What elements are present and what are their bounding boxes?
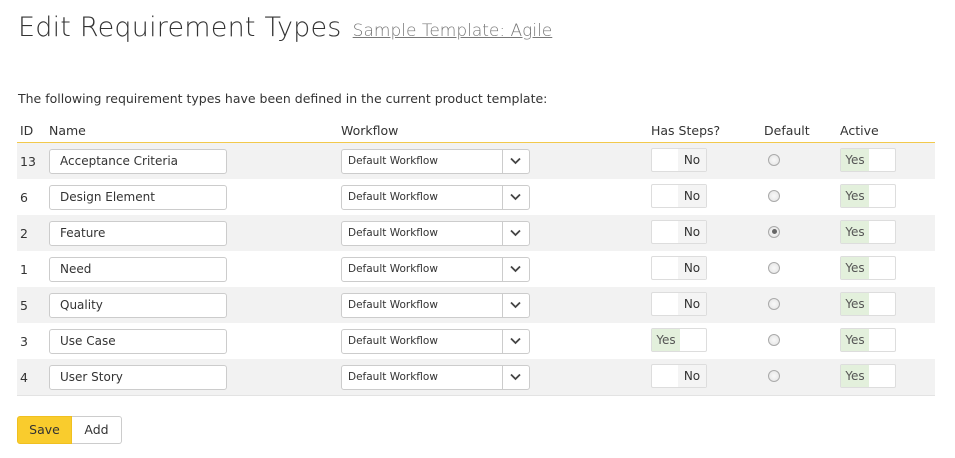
has-steps-toggle[interactable]: No (651, 363, 707, 388)
type-name-input[interactable] (49, 292, 227, 318)
row-id: 5 (17, 287, 49, 323)
chevron-down-icon[interactable] (502, 365, 529, 389)
type-name-input[interactable] (49, 328, 227, 354)
row-id: 3 (20, 333, 28, 349)
workflow-value: Default Workflow (348, 262, 438, 275)
chevron-down-icon[interactable] (502, 149, 529, 173)
has-steps-value: No (678, 364, 706, 387)
has-steps-toggle[interactable]: No (651, 291, 707, 316)
type-name-input[interactable] (49, 220, 227, 246)
active-value: Yes (841, 148, 869, 171)
row-id: 1 (20, 261, 28, 277)
page-header: Edit Requirement Types Sample Template: … (18, 12, 552, 43)
workflow-select[interactable]: Default Workflow (341, 220, 530, 246)
has-steps-value: Yes (652, 328, 680, 351)
table-row: 6 Default Workflow No Yes (17, 179, 935, 215)
active-toggle[interactable]: Yes (840, 147, 896, 172)
chevron-down-icon[interactable] (502, 221, 529, 245)
has-steps-toggle[interactable]: No (651, 219, 707, 244)
active-toggle[interactable]: Yes (840, 363, 896, 388)
active-value: Yes (841, 256, 869, 279)
has-steps-value: No (678, 256, 706, 279)
table-row: 4 Default Workflow No Yes (17, 359, 935, 396)
chevron-down-icon[interactable] (502, 257, 529, 281)
row-id: 4 (17, 359, 49, 396)
default-radio[interactable] (768, 261, 780, 274)
has-steps-value: No (678, 292, 706, 315)
save-button[interactable]: Save (17, 416, 72, 444)
has-steps-value: No (678, 220, 706, 243)
default-radio[interactable] (768, 333, 780, 346)
table-header-row: ID Name Workflow Has Steps? Default Acti… (17, 118, 935, 143)
template-link[interactable]: Sample Template: Agile (353, 21, 553, 41)
header-active: Active (840, 118, 935, 143)
active-value: Yes (841, 184, 869, 207)
table-row: 2 Default Workflow No Yes (17, 215, 935, 251)
row-id: 6 (20, 189, 28, 205)
workflow-value: Default Workflow (348, 298, 438, 311)
default-radio[interactable] (768, 225, 780, 238)
intro-text: The following requirement types have bee… (18, 91, 548, 106)
workflow-value: Default Workflow (348, 334, 438, 347)
row-id: 2 (17, 215, 49, 251)
has-steps-toggle[interactable]: No (651, 255, 707, 280)
has-steps-toggle[interactable]: No (651, 147, 707, 172)
add-button[interactable]: Add (72, 416, 122, 444)
has-steps-value: No (678, 184, 706, 207)
active-toggle[interactable]: Yes (840, 219, 896, 244)
type-name-input[interactable] (49, 184, 227, 210)
workflow-select[interactable]: Default Workflow (341, 292, 530, 318)
workflow-select[interactable]: Default Workflow (341, 328, 530, 354)
has-steps-toggle[interactable]: No (651, 183, 707, 208)
active-toggle[interactable]: Yes (840, 255, 896, 280)
header-workflow: Workflow (341, 118, 651, 143)
default-radio[interactable] (768, 297, 780, 310)
has-steps-toggle[interactable]: Yes (651, 327, 707, 352)
workflow-value: Default Workflow (348, 154, 438, 167)
table-row: 3 Default Workflow Yes Yes (17, 323, 935, 359)
header-name: Name (49, 118, 341, 143)
header-default: Default (764, 118, 840, 143)
active-toggle[interactable]: Yes (840, 291, 896, 316)
default-radio[interactable] (768, 369, 780, 382)
page-title: Edit Requirement Types (18, 12, 342, 43)
active-value: Yes (841, 328, 869, 351)
workflow-select[interactable]: Default Workflow (341, 256, 530, 282)
table-row: 5 Default Workflow No Yes (17, 287, 935, 323)
chevron-down-icon[interactable] (502, 293, 529, 317)
type-name-input[interactable] (49, 256, 227, 282)
active-toggle[interactable]: Yes (840, 327, 896, 352)
default-radio[interactable] (768, 153, 780, 166)
workflow-value: Default Workflow (348, 190, 438, 203)
workflow-select[interactable]: Default Workflow (341, 148, 530, 174)
type-name-input[interactable] (49, 364, 227, 390)
header-has-steps: Has Steps? (651, 118, 764, 143)
row-id: 13 (17, 142, 49, 179)
workflow-value: Default Workflow (348, 226, 438, 239)
active-value: Yes (841, 220, 869, 243)
table-row: 1 Default Workflow No Yes (17, 251, 935, 287)
workflow-value: Default Workflow (348, 370, 438, 383)
table-row: 13 Default Workflow No Yes (17, 142, 935, 179)
workflow-select[interactable]: Default Workflow (341, 184, 530, 210)
type-name-input[interactable] (49, 148, 227, 174)
active-value: Yes (841, 292, 869, 315)
header-id: ID (17, 118, 49, 143)
chevron-down-icon[interactable] (502, 185, 529, 209)
chevron-down-icon[interactable] (502, 329, 529, 353)
has-steps-value: No (678, 148, 706, 171)
active-toggle[interactable]: Yes (840, 183, 896, 208)
action-buttons: Save Add (17, 416, 122, 444)
default-radio[interactable] (768, 189, 780, 202)
requirement-types-table: ID Name Workflow Has Steps? Default Acti… (17, 118, 935, 396)
workflow-select[interactable]: Default Workflow (341, 364, 530, 390)
active-value: Yes (841, 364, 869, 387)
